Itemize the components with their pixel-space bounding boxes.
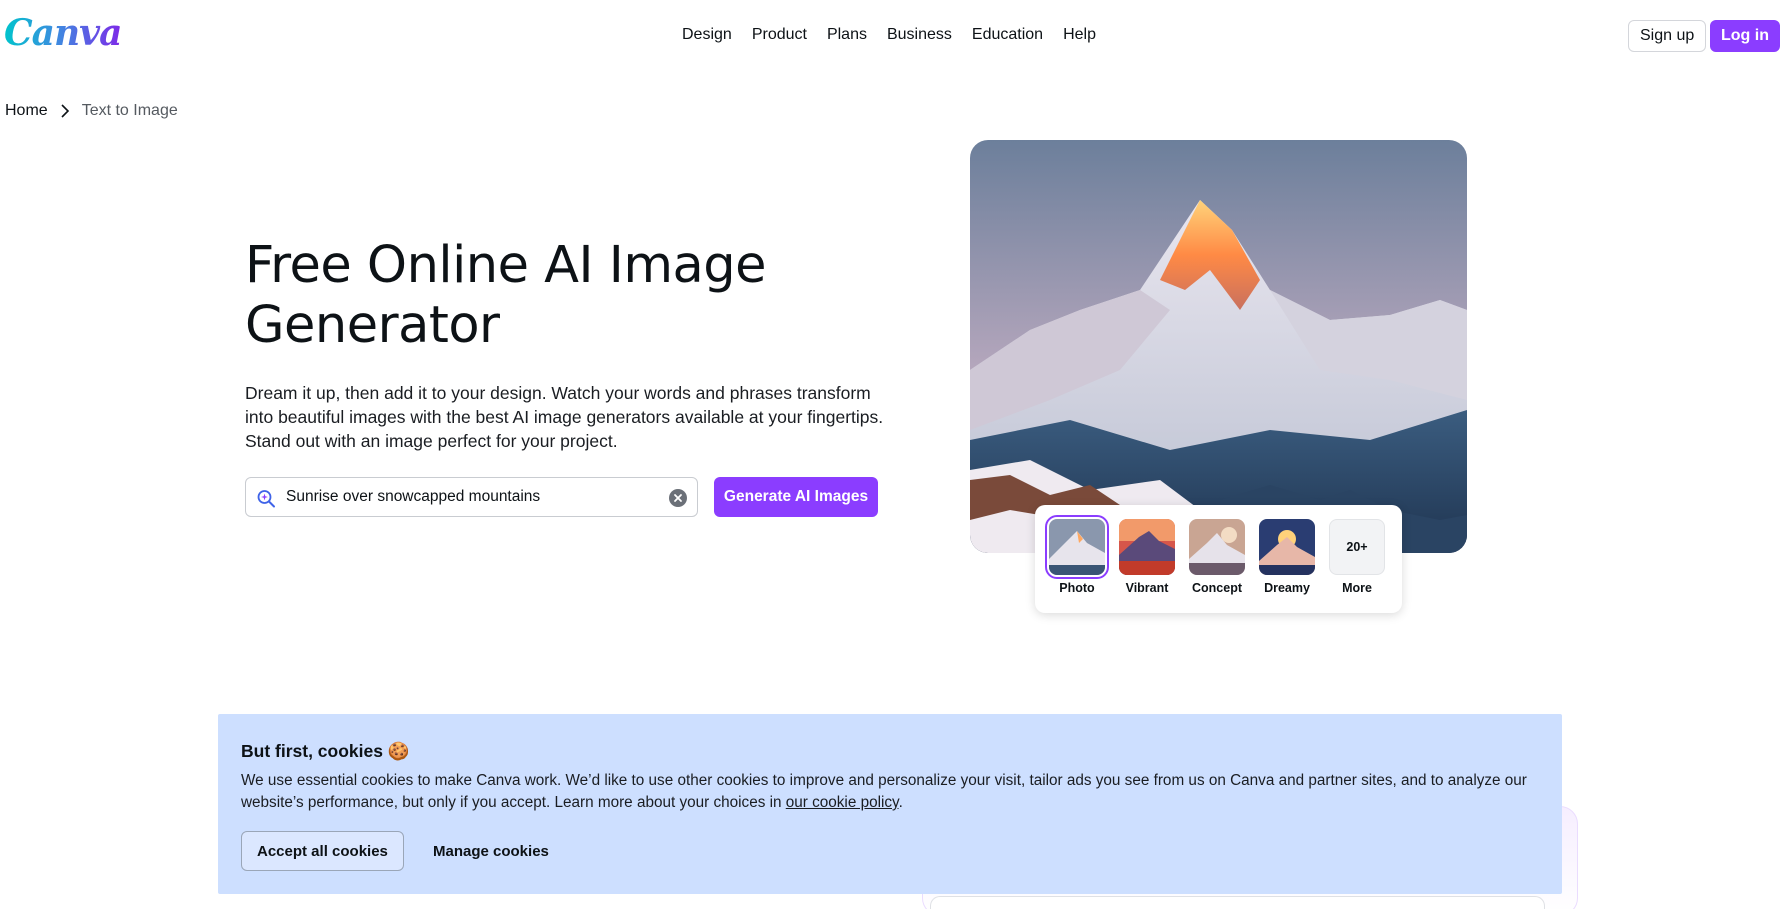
style-label-concept: Concept — [1192, 581, 1242, 595]
cookie-title: But first, cookies 🍪 — [241, 741, 410, 761]
nav-plans[interactable]: Plans — [827, 24, 867, 46]
page-title: Free Online AI Image Generator — [245, 236, 767, 355]
generate-ai-images-button[interactable]: Generate AI Images — [714, 477, 878, 517]
nav-product[interactable]: Product — [752, 24, 807, 46]
style-option-photo[interactable]: Photo — [1045, 515, 1109, 595]
cookie-banner: But first, cookies 🍪 We use essential co… — [218, 714, 1562, 894]
more-styles-count: 20+ — [1329, 519, 1385, 575]
style-thumb-photo — [1045, 515, 1109, 579]
signup-button[interactable]: Sign up — [1628, 20, 1707, 52]
hero-description: Dream it up, then add it to your design.… — [245, 383, 884, 451]
canva-logo[interactable]: Canva — [4, 12, 122, 54]
cookie-policy-link[interactable]: our cookie policy — [786, 794, 899, 811]
style-thumb-dreamy — [1259, 519, 1315, 575]
style-option-more[interactable]: 20+ More — [1327, 519, 1387, 595]
accept-all-cookies-button[interactable]: Accept all cookies — [241, 831, 404, 871]
style-label-dreamy: Dreamy — [1264, 581, 1310, 595]
nav-help[interactable]: Help — [1063, 24, 1096, 46]
cookie-text-end: . — [898, 794, 903, 811]
chevron-right-icon — [48, 104, 82, 118]
main-nav: Design Product Plans Business Education … — [682, 24, 1096, 46]
style-option-vibrant[interactable]: Vibrant — [1117, 519, 1177, 595]
manage-cookies-button[interactable]: Manage cookies — [423, 831, 559, 871]
breadcrumb-current: Text to Image — [81, 102, 178, 119]
nav-business[interactable]: Business — [887, 24, 952, 46]
clear-icon[interactable] — [669, 489, 687, 507]
style-option-dreamy[interactable]: Dreamy — [1257, 519, 1317, 595]
style-selector: Photo Vibrant Concept Dreamy 20+ More — [1035, 505, 1402, 613]
feature-card-inner-partial — [930, 896, 1545, 909]
breadcrumb-home[interactable]: Home — [5, 102, 48, 120]
style-label-vibrant: Vibrant — [1125, 581, 1169, 595]
style-label-photo: Photo — [1059, 581, 1095, 595]
prompt-input[interactable] — [286, 478, 646, 516]
hero-mountain-image — [970, 140, 1467, 553]
style-thumb-concept — [1189, 519, 1245, 575]
prompt-input-box[interactable] — [245, 477, 698, 517]
style-label-more: More — [1342, 581, 1372, 595]
style-thumb-vibrant — [1119, 519, 1175, 575]
style-option-concept[interactable]: Concept — [1187, 519, 1247, 595]
breadcrumb: Home Text to Image — [5, 102, 178, 120]
site-header: Canva Design Product Plans Business Educ… — [0, 0, 1788, 72]
magic-search-icon — [256, 488, 276, 508]
cookie-text: We use essential cookies to make Canva w… — [241, 770, 1541, 814]
login-button[interactable]: Log in — [1710, 20, 1780, 52]
nav-design[interactable]: Design — [682, 24, 732, 46]
nav-education[interactable]: Education — [972, 24, 1043, 46]
